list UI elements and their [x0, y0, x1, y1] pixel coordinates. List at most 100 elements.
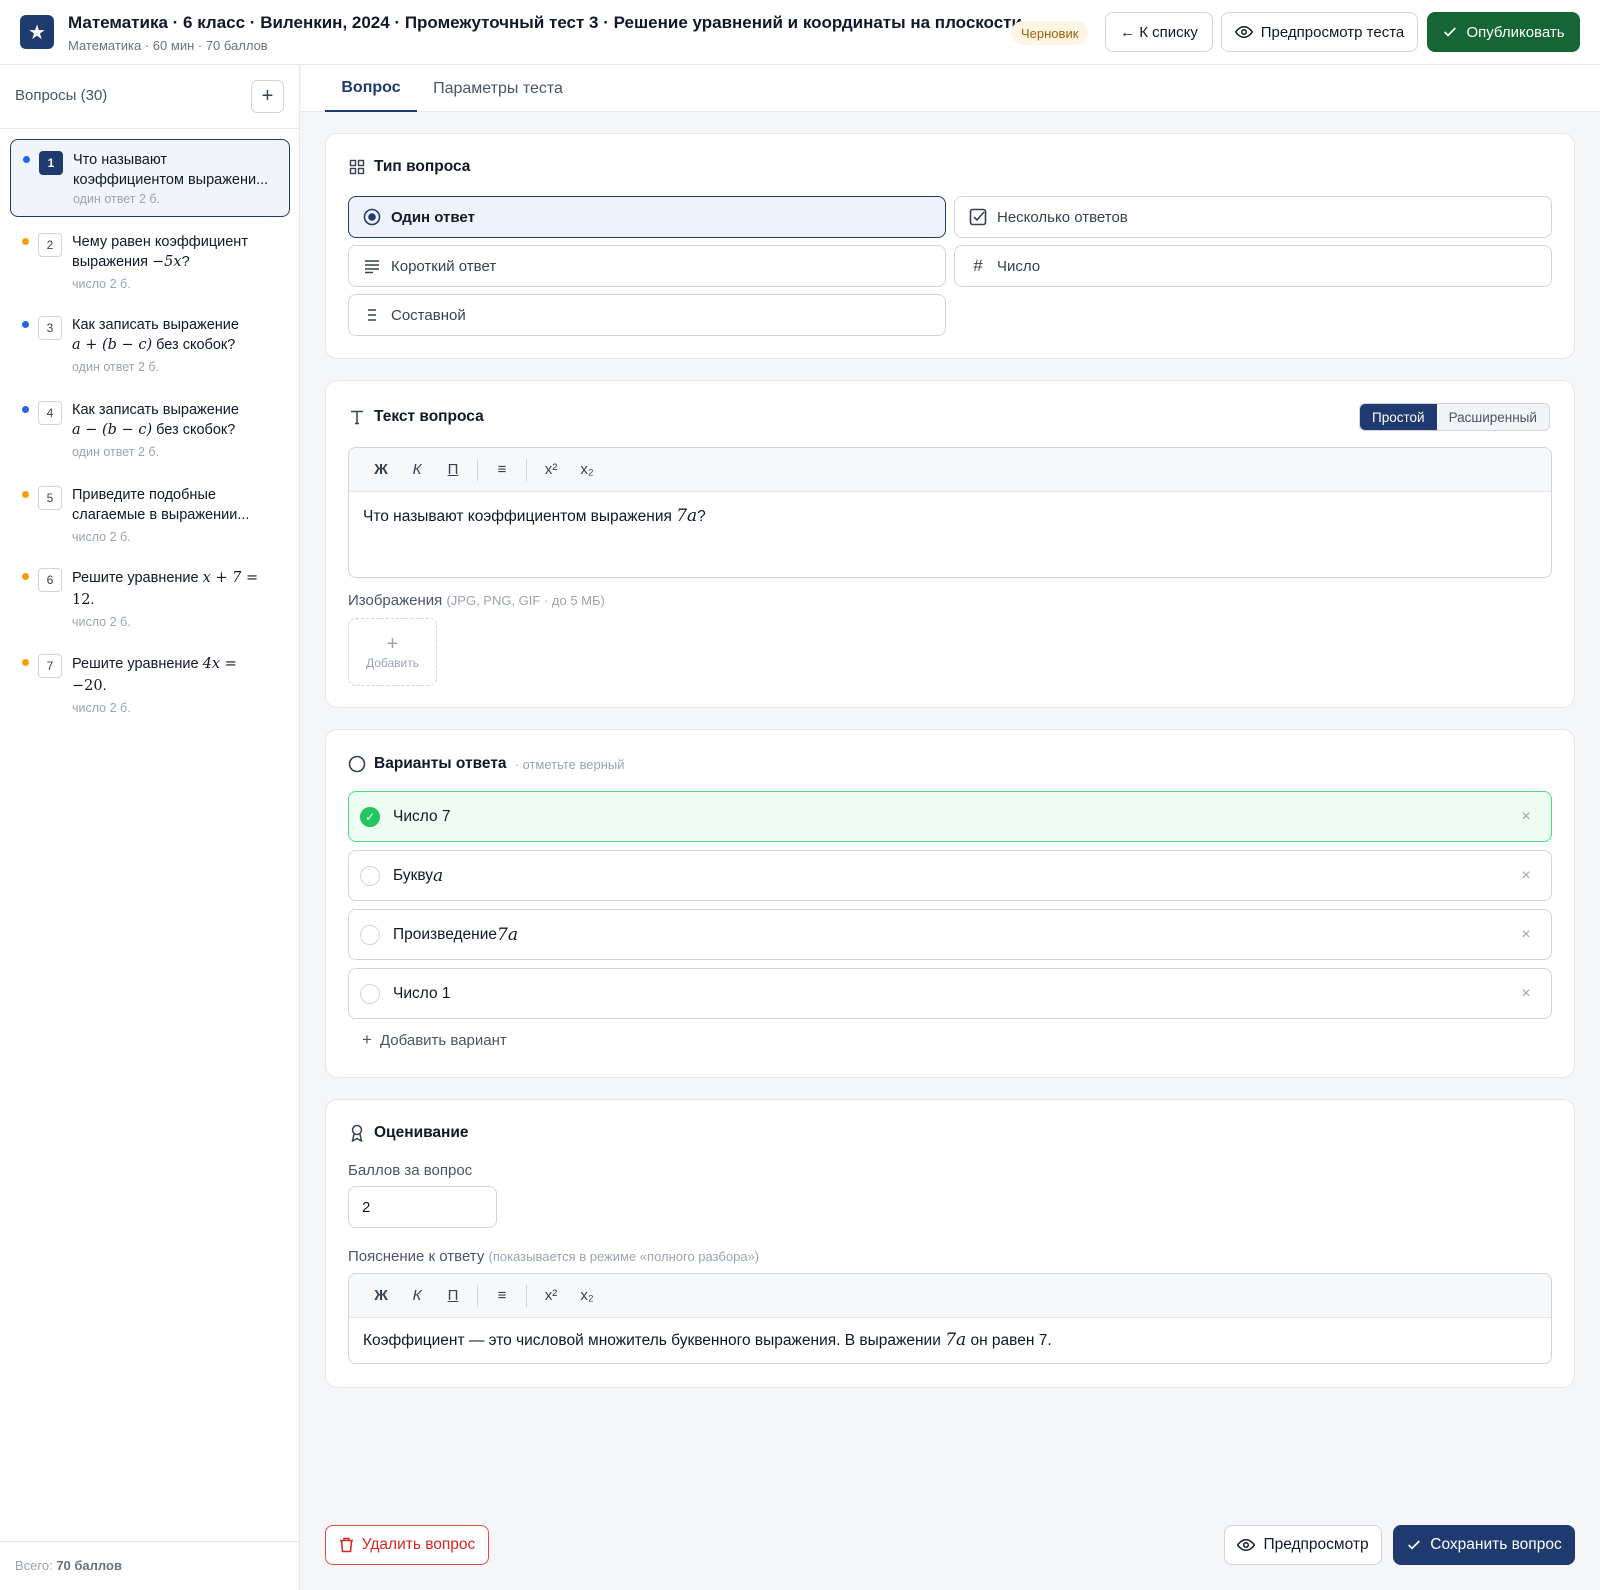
- type-number[interactable]: # Число: [954, 245, 1552, 287]
- list-button[interactable]: ≡: [484, 1281, 520, 1311]
- delete-question-button[interactable]: Удалить вопрос: [325, 1525, 489, 1565]
- question-item-2[interactable]: 2 Чему равен коэффициент выражения −5x? …: [10, 222, 290, 302]
- back-to-list-label: ← К списку: [1120, 23, 1198, 41]
- toolbar-divider: [526, 1284, 527, 1307]
- radio-target-icon: [363, 208, 381, 226]
- radio-empty-icon[interactable]: [360, 984, 380, 1004]
- total-points: Всего: 70 баллов: [15, 1558, 122, 1573]
- sidebar-footer: Всего: 70 баллов: [0, 1541, 299, 1590]
- text-lines-icon: [363, 257, 381, 275]
- mode-advanced[interactable]: Расширенный: [1436, 404, 1549, 430]
- plus-icon: +: [362, 1030, 372, 1049]
- question-item-3[interactable]: 3 Как записать выражение a + (b − c) без…: [10, 305, 290, 385]
- question-item-1[interactable]: 1 Что называют коэффициентом выражени...…: [10, 139, 290, 217]
- question-meta: число 2 б.: [72, 615, 131, 629]
- save-question-button[interactable]: Сохранить вопрос: [1393, 1525, 1575, 1565]
- text-t-icon: [348, 408, 366, 426]
- app-header: ★ Математика · 6 класс · Виленкин, 2024 …: [0, 0, 1600, 65]
- status-dot: [22, 491, 29, 498]
- bold-button[interactable]: Ж: [363, 455, 399, 485]
- question-text-content[interactable]: Что называют коэффициентом выражения 7a?: [349, 492, 1551, 540]
- question-number: 5: [38, 486, 62, 510]
- list-button[interactable]: ≡: [484, 455, 520, 485]
- toolbar-divider: [526, 458, 527, 481]
- check-icon: [1408, 1540, 1421, 1550]
- publish-button[interactable]: Опубликовать: [1427, 12, 1580, 52]
- correct-check-icon[interactable]: ✓: [360, 807, 380, 827]
- page-subtitle: Математика · 60 мин · 70 баллов: [68, 38, 268, 53]
- question-item-6[interactable]: 6 Решите уравнение x + 7 = 12. число 2 б…: [10, 557, 290, 639]
- question-item-5[interactable]: 5 Приведите подобные слагаемые в выражен…: [10, 475, 290, 555]
- preview-question-button[interactable]: Предпросмотр: [1224, 1525, 1382, 1565]
- answer-option-4[interactable]: Число 1 ×: [348, 968, 1552, 1019]
- question-preview: Решите уравнение x + 7 = 12.: [72, 570, 259, 608]
- tab-test-settings[interactable]: Параметры теста: [425, 65, 571, 112]
- subscript-button[interactable]: x₂: [569, 455, 605, 485]
- question-preview: Чему равен коэффициент выражения −5x?: [72, 234, 248, 270]
- answer-option-3[interactable]: Произведение 7a ×: [348, 909, 1552, 960]
- question-item-4[interactable]: 4 Как записать выражение a − (b − c) без…: [10, 390, 290, 470]
- question-preview: Как записать выражение a − (b − c) без с…: [72, 402, 239, 438]
- points-input[interactable]: [348, 1186, 497, 1228]
- type-single-answer[interactable]: Один ответ: [348, 196, 946, 238]
- question-meta: число 2 б.: [72, 530, 131, 544]
- toolbar-divider: [477, 458, 478, 481]
- back-to-list-button[interactable]: ← К списку: [1105, 12, 1213, 52]
- formatting-toolbar: Ж К П ≡ x² x₂: [349, 448, 1551, 492]
- trash-icon: [339, 1537, 353, 1553]
- tab-question[interactable]: Вопрос: [325, 65, 417, 112]
- question-preview: Приведите подобные слагаемые в выражении…: [72, 487, 250, 523]
- explanation-content[interactable]: Коэффициент — это числовой множитель бук…: [349, 1318, 1551, 1363]
- add-question-button[interactable]: +: [251, 80, 284, 113]
- mode-simple[interactable]: Простой: [1360, 404, 1437, 430]
- add-image-label: Добавить: [365, 656, 420, 670]
- question-text-heading: Текст вопроса: [348, 408, 484, 426]
- remove-option-icon[interactable]: ×: [1515, 983, 1537, 1005]
- answer-option-1[interactable]: ✓ Число 7 ×: [348, 791, 1552, 842]
- question-text-editor: Ж К П ≡ x² x₂ Что называют коэффициентом…: [348, 447, 1552, 578]
- underline-button[interactable]: П: [435, 455, 471, 485]
- grading-heading: Оценивание: [348, 1124, 469, 1142]
- superscript-button[interactable]: x²: [533, 455, 569, 485]
- question-type-heading: Тип вопроса: [348, 158, 470, 176]
- preview-test-button[interactable]: Предпросмотр теста: [1221, 12, 1418, 52]
- italic-button[interactable]: К: [399, 455, 435, 485]
- preview-test-label: Предпросмотр теста: [1260, 23, 1405, 41]
- question-preview: Что называют коэффициентом выражени...: [73, 152, 269, 188]
- check-icon: [1444, 27, 1457, 37]
- remove-option-icon[interactable]: ×: [1515, 806, 1537, 828]
- superscript-button[interactable]: x²: [533, 1281, 569, 1311]
- question-preview: Как записать выражение a + (b − c) без с…: [72, 317, 239, 353]
- answers-card: Варианты ответа · отметьте верный ✓ Числ…: [325, 729, 1575, 1078]
- checkbox-icon: [969, 208, 987, 226]
- subscript-button[interactable]: x₂: [569, 1281, 605, 1311]
- add-option-button[interactable]: + Добавить вариант: [362, 1030, 507, 1050]
- answer-option-2[interactable]: Букву a ×: [348, 850, 1552, 901]
- status-dot: [22, 321, 29, 328]
- add-image-button[interactable]: + Добавить: [348, 618, 437, 686]
- images-label: Изображения (JPG, PNG, GIF · до 5 МБ): [348, 592, 605, 609]
- grading-card: Оценивание Баллов за вопрос Пояснение к …: [325, 1099, 1575, 1388]
- remove-option-icon[interactable]: ×: [1515, 865, 1537, 887]
- status-dot: [22, 659, 29, 666]
- answers-heading: Варианты ответа · отметьте верный: [348, 755, 625, 773]
- status-dot: [22, 406, 29, 413]
- status-dot: [22, 238, 29, 245]
- question-item-7[interactable]: 7 Решите уравнение 4x = −20. число 2 б.: [10, 643, 290, 725]
- radio-circle-icon: [348, 755, 366, 773]
- question-number: 1: [39, 151, 63, 175]
- type-multiple-answers[interactable]: Несколько ответов: [954, 196, 1552, 238]
- grid-icon: [348, 158, 366, 176]
- question-meta: число 2 б.: [72, 277, 131, 291]
- bold-button[interactable]: Ж: [363, 1281, 399, 1311]
- question-meta: один ответ 2 б.: [72, 445, 160, 459]
- remove-option-icon[interactable]: ×: [1515, 924, 1537, 946]
- underline-button[interactable]: П: [435, 1281, 471, 1311]
- italic-button[interactable]: К: [399, 1281, 435, 1311]
- question-number: 2: [38, 233, 62, 257]
- type-composite[interactable]: Составной: [348, 294, 946, 336]
- type-short-answer[interactable]: Короткий ответ: [348, 245, 946, 287]
- explanation-label: Пояснение к ответу (показывается в режим…: [348, 1248, 760, 1265]
- radio-empty-icon[interactable]: [360, 866, 380, 886]
- radio-empty-icon[interactable]: [360, 925, 380, 945]
